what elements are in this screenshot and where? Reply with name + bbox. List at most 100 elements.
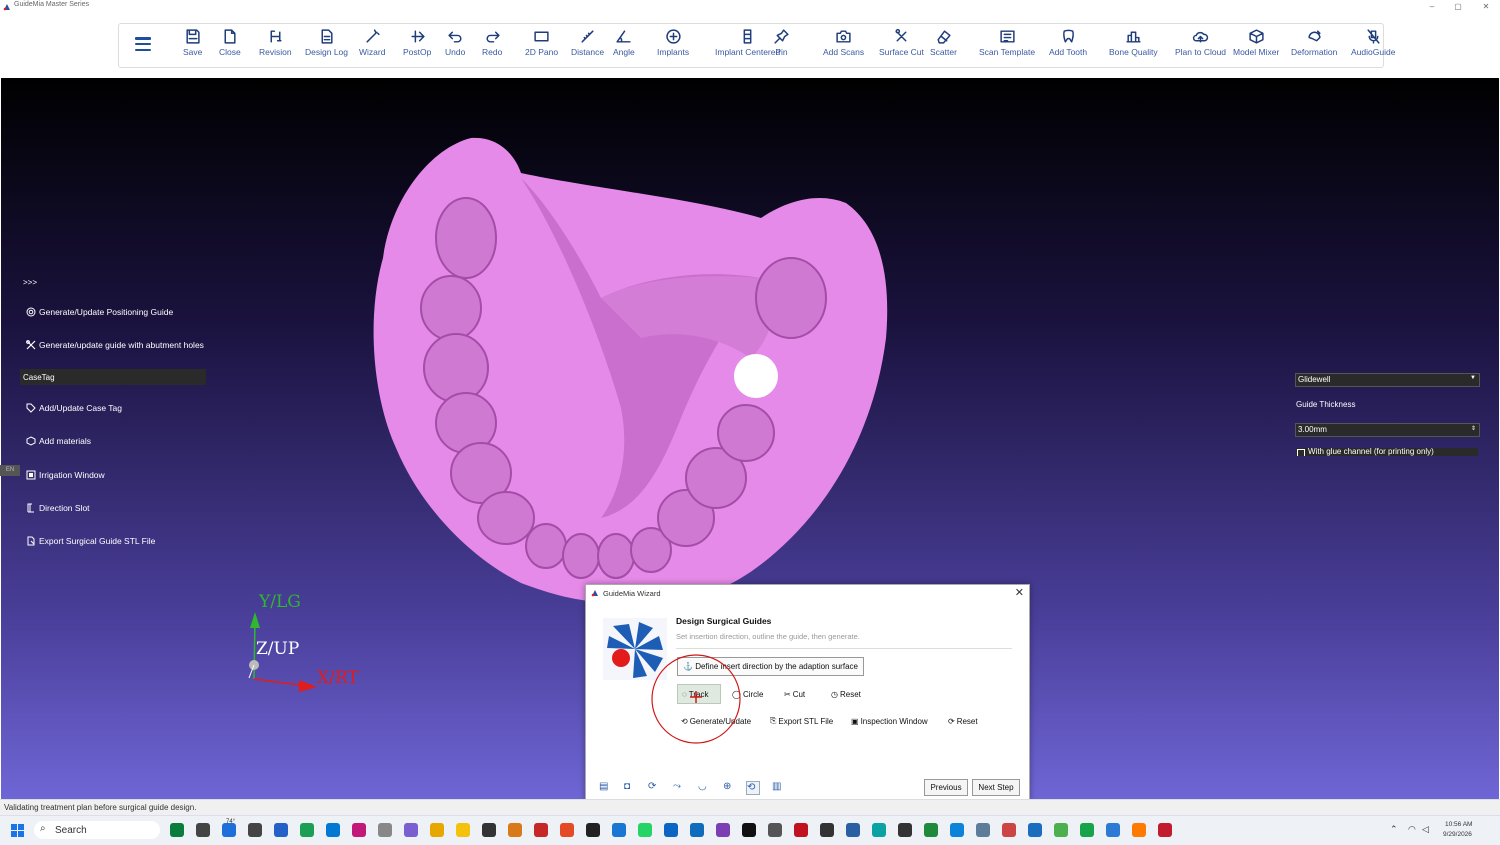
taskbar-app-icon[interactable] — [898, 823, 912, 837]
taskbar-app-icon[interactable] — [716, 823, 730, 837]
taskbar-app-icon[interactable] — [638, 823, 652, 837]
add-case-tag-item[interactable]: Add/Update Case Tag — [26, 403, 122, 413]
minimize-button[interactable]: – — [1421, 0, 1443, 13]
taskbar-app-icon[interactable] — [222, 823, 236, 837]
expand-panel-button[interactable]: >>> — [23, 278, 37, 287]
report-icon[interactable]: ▥ — [772, 781, 784, 793]
taskbar-app-icon[interactable] — [742, 823, 756, 837]
merge-icon[interactable]: ⤳ — [673, 781, 685, 793]
toolbar-bone-quality-button[interactable]: Bone Quality — [1109, 28, 1158, 57]
taskbar-app-icon[interactable] — [664, 823, 678, 837]
scan-icon[interactable]: ⟳ — [648, 781, 660, 793]
taskbar-app-icon[interactable] — [326, 823, 340, 837]
toolbar-redo-button[interactable]: Redo — [482, 28, 502, 57]
reset-generate-button[interactable]: ⟳ Reset — [948, 712, 978, 730]
taskbar-app-icon[interactable] — [612, 823, 626, 837]
taskbar-app-icon[interactable] — [794, 823, 808, 837]
toolbar-surface-cut-button[interactable]: Surface Cut — [879, 28, 924, 57]
taskbar-app-icon[interactable] — [820, 823, 834, 837]
clipboard-icon[interactable]: ▤ — [599, 781, 611, 793]
tray-chevron-icon[interactable]: ⌃ — [1390, 824, 1398, 835]
toolbar-distance-button[interactable]: Distance — [571, 28, 604, 57]
taskbar-app-icon[interactable] — [976, 823, 990, 837]
irrigation-window-item[interactable]: Irrigation Window — [26, 470, 105, 480]
taskbar-app-icon[interactable] — [950, 823, 964, 837]
toolbar-revision-button[interactable]: Revision — [259, 28, 292, 57]
toolbar-undo-button[interactable]: Undo — [445, 28, 465, 57]
toolbar-add-scans-button[interactable]: Add Scans — [823, 28, 864, 57]
taskbar-app-icon[interactable] — [170, 823, 184, 837]
taskbar-app-icon[interactable] — [872, 823, 886, 837]
restore-button[interactable]: ▢ — [1447, 0, 1469, 13]
toolbar-implant-centered-button[interactable]: Implant Centered — [715, 28, 780, 57]
taskbar-search[interactable]: ⌕ Search — [34, 821, 160, 839]
toolbar-model-mixer-button[interactable]: Model Mixer — [1233, 28, 1279, 57]
next-step-button[interactable]: Next Step — [972, 779, 1020, 796]
export-guide-stl-item[interactable]: Export Surgical Guide STL File — [26, 536, 155, 546]
direction-slot-item[interactable]: Direction Slot — [26, 503, 90, 513]
taskbar-app-icon[interactable] — [1106, 823, 1120, 837]
toolbar-design-log-button[interactable]: Design Log — [305, 28, 348, 57]
cut-button[interactable]: ✂ Cut — [784, 685, 805, 703]
taskbar-app-icon[interactable] — [352, 823, 366, 837]
taskbar-app-icon[interactable] — [560, 823, 574, 837]
language-tab[interactable]: EN — [0, 465, 20, 476]
taskbar-app-icon[interactable] — [274, 823, 288, 837]
taskbar-app-icon[interactable] — [690, 823, 704, 837]
inspection-window-button[interactable]: ▣ Inspection Window — [851, 712, 928, 730]
toolbar-save-button[interactable]: Save — [183, 28, 202, 57]
toolbar-add-tooth-button[interactable]: Add Tooth — [1049, 28, 1087, 57]
arch-icon[interactable]: ◡ — [698, 781, 710, 793]
close-window-button[interactable]: ✕ — [1475, 0, 1497, 13]
wifi-icon[interactable]: ◠ — [1408, 824, 1416, 835]
taskbar-app-icon[interactable] — [534, 823, 548, 837]
toolbar-close-button[interactable]: Close — [219, 28, 241, 57]
reset-outline-button[interactable]: ◷ Reset — [831, 685, 861, 703]
taskbar-app-icon[interactable] — [1054, 823, 1068, 837]
taskbar-app-icon[interactable] — [1132, 823, 1146, 837]
toolbar-2d-pano-button[interactable]: 2D Pano — [525, 28, 558, 57]
tooth-icon[interactable]: ◘ — [624, 781, 636, 793]
menu-icon[interactable] — [135, 37, 151, 52]
taskbar-app-icon[interactable] — [300, 823, 314, 837]
toolbar-scan-template-button[interactable]: Scan Template — [979, 28, 1035, 57]
taskbar-app-icon[interactable] — [508, 823, 522, 837]
close-icon[interactable]: ✕ — [1015, 586, 1024, 599]
implant-icon[interactable]: ⊕ — [723, 781, 735, 793]
taskbar-app-icon[interactable] — [1002, 823, 1016, 837]
taskbar-app-icon[interactable] — [1028, 823, 1042, 837]
toolbar-angle-button[interactable]: Angle — [613, 28, 635, 57]
taskbar-app-icon[interactable] — [1158, 823, 1172, 837]
guide-thickness-spinner[interactable]: 3.00mm ⇕ — [1295, 423, 1480, 437]
export-stl-button[interactable]: ⎘ Export STL File — [770, 712, 833, 730]
taskbar-app-icon[interactable] — [378, 823, 392, 837]
toolbar-postop-button[interactable]: PostOp — [403, 28, 431, 57]
taskbar-app-icon[interactable] — [1080, 823, 1094, 837]
toolbar-wizard-button[interactable]: Wizard — [359, 28, 385, 57]
taskbar-app-icon[interactable] — [586, 823, 600, 837]
toolbar-implants-button[interactable]: Implants — [657, 28, 689, 57]
toolbar-plan-to-cloud-button[interactable]: Plan to Cloud — [1175, 28, 1226, 57]
add-materials-item[interactable]: Add materials — [26, 436, 91, 446]
taskbar-app-icon[interactable] — [430, 823, 444, 837]
taskbar-app-icon[interactable] — [924, 823, 938, 837]
lab-select[interactable]: Glidewell ▼ — [1295, 373, 1480, 387]
toolbar-scatter-button[interactable]: Scatter — [930, 28, 957, 57]
taskbar-app-icon[interactable] — [404, 823, 418, 837]
glue-channel-checkbox[interactable]: With glue channel (for printing only) — [1296, 448, 1478, 456]
toolbar-audioguide-button[interactable]: AudioGuide — [1351, 28, 1395, 57]
previous-button[interactable]: Previous — [924, 779, 968, 796]
taskbar-app-icon[interactable] — [846, 823, 860, 837]
guide-step-icon[interactable]: ⟲ — [746, 781, 760, 795]
taskbar-app-icon[interactable] — [456, 823, 470, 837]
taskbar-app-icon[interactable] — [768, 823, 782, 837]
positioning-guide-item[interactable]: Generate/Update Positioning Guide — [26, 307, 173, 317]
abutment-guide-item[interactable]: Generate/update guide with abutment hole… — [26, 340, 204, 350]
taskbar-app-icon[interactable] — [482, 823, 496, 837]
taskbar-app-icon[interactable] — [196, 823, 210, 837]
taskbar-app-icon[interactable] — [248, 823, 262, 837]
windows-start-icon[interactable] — [11, 824, 24, 837]
toolbar-pin-button[interactable]: Pin — [773, 28, 790, 57]
toolbar-deformation-button[interactable]: Deformation — [1291, 28, 1337, 57]
volume-icon[interactable]: ◁ — [1422, 824, 1429, 835]
